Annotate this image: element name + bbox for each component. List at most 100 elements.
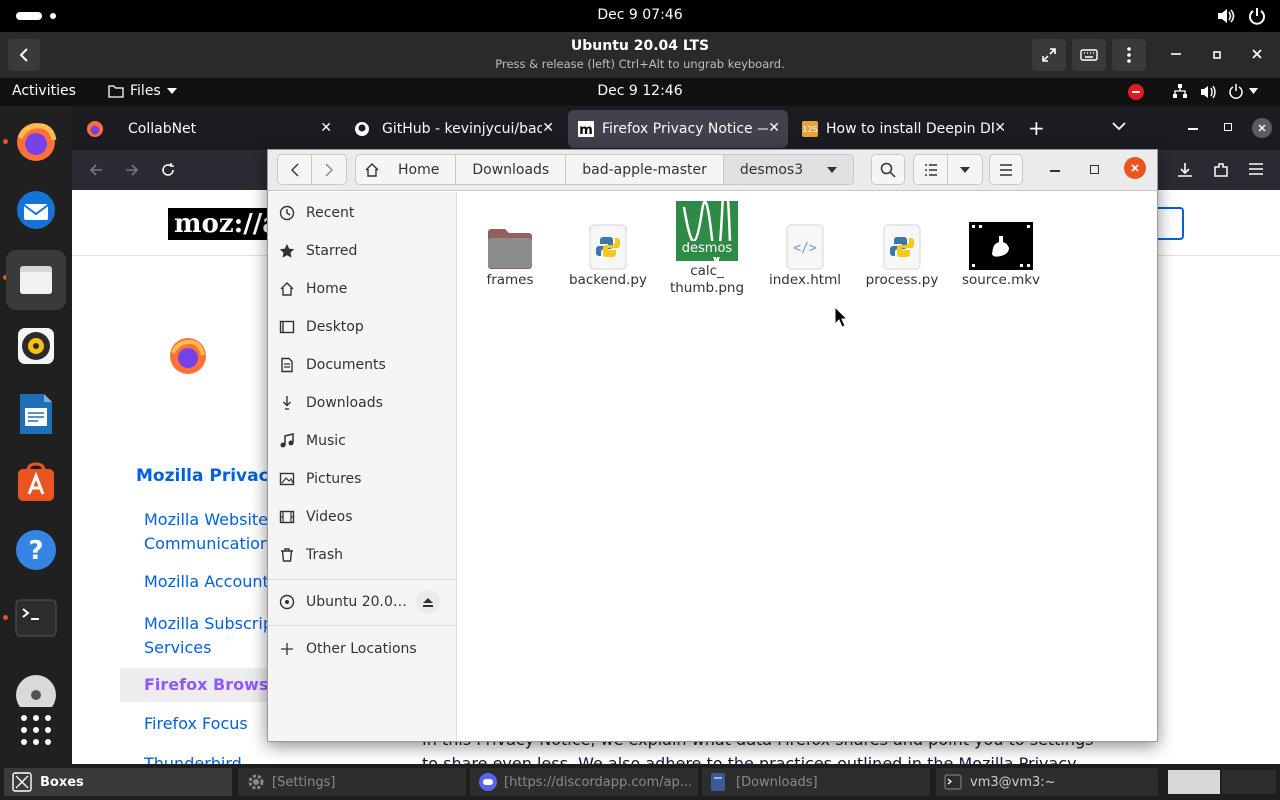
search-button[interactable] xyxy=(871,154,905,185)
system-menu[interactable] xyxy=(1228,83,1258,99)
file-name: index.html xyxy=(769,272,841,288)
extensions-icon[interactable] xyxy=(1212,161,1230,179)
file-item-backend-py[interactable]: backend.py xyxy=(561,214,655,288)
tab-deepin[interactable]: 12S How to install Deepin DD ✕ xyxy=(792,110,1014,148)
sound-icon[interactable] xyxy=(1200,84,1218,100)
files-launcher[interactable] xyxy=(6,250,66,310)
volume-icon[interactable] xyxy=(1216,7,1236,25)
software-launcher[interactable] xyxy=(10,456,62,508)
task-label: [https://discordapp.com/ap... xyxy=(504,774,693,790)
file-item-source-mkv[interactable]: source.mkv xyxy=(954,214,1048,288)
boxes-icon xyxy=(12,772,32,792)
sidebar-item-home[interactable]: Home xyxy=(268,270,456,308)
workspace-2[interactable] xyxy=(1222,770,1276,794)
do-not-disturb-icon[interactable] xyxy=(1128,84,1144,100)
file-item-process-py[interactable]: process.py xyxy=(855,214,949,288)
file-item-frames[interactable]: frames xyxy=(463,214,557,288)
file-item-calc-thumb-png[interactable]: desmos calc_ thumb.png xyxy=(660,199,754,297)
task-label: [Settings] xyxy=(272,774,336,790)
breadcrumb-desmos3[interactable]: desmos3 xyxy=(723,155,854,184)
show-apps-icon[interactable] xyxy=(20,714,52,746)
close-tab-icon[interactable]: ✕ xyxy=(542,120,554,136)
power-icon[interactable] xyxy=(1247,6,1267,26)
task-downloads[interactable]: [Downloads] xyxy=(702,768,930,796)
task-discord[interactable]: [https://discordapp.com/ap... xyxy=(470,768,698,796)
python-file-icon xyxy=(855,214,949,270)
breadcrumb-downloads[interactable]: Downloads xyxy=(456,155,567,184)
sidebar-item-documents[interactable]: Documents xyxy=(268,346,456,384)
reload-icon[interactable] xyxy=(160,162,176,178)
hamburger-menu-icon[interactable] xyxy=(1248,162,1264,176)
list-view-button[interactable] xyxy=(914,155,948,184)
terminal-launcher[interactable] xyxy=(10,592,62,644)
eject-button[interactable] xyxy=(416,590,440,614)
body-text-line: to share even less. We also adhere to th… xyxy=(422,754,1077,764)
back-icon[interactable] xyxy=(88,162,104,178)
downloads-icon[interactable] xyxy=(1176,161,1194,179)
menu-button[interactable] xyxy=(1112,39,1146,71)
back-button[interactable] xyxy=(278,155,312,184)
main-menu-button[interactable] xyxy=(989,154,1023,185)
restore-icon[interactable] xyxy=(1224,123,1232,131)
close-tab-icon[interactable]: ✕ xyxy=(994,120,1006,136)
file-item-index-html[interactable]: </> index.html xyxy=(758,214,852,288)
maximize-icon[interactable] xyxy=(1212,50,1222,60)
tab-github[interactable]: GitHub - kevinjycui/bad-a ✕ xyxy=(344,110,562,148)
breadcrumb-home[interactable]: Home xyxy=(356,155,457,184)
rhythmbox-launcher[interactable] xyxy=(10,320,62,372)
sidebar-item-starred[interactable]: Starred xyxy=(268,232,456,270)
sidebar-link-websites[interactable]: Mozilla Websites Communications xyxy=(144,508,278,556)
forward-button[interactable] xyxy=(312,155,346,184)
software-icon xyxy=(18,462,54,501)
close-icon[interactable] xyxy=(1251,48,1263,60)
sidebar-divider xyxy=(268,579,456,580)
workspace-1[interactable] xyxy=(1168,770,1220,794)
sidebar-item-other-locations[interactable]: Other Locations xyxy=(268,630,456,668)
svg-text:12S: 12S xyxy=(802,125,817,134)
firefox-launcher[interactable] xyxy=(10,116,62,168)
sidebar-link-firefox-browser[interactable]: Firefox Browser xyxy=(144,675,287,694)
sidebar-item-pictures[interactable]: Pictures xyxy=(268,460,456,498)
sidebar-link-thunderbird[interactable]: Thunderbird xyxy=(144,754,242,764)
sidebar-link-subscription[interactable]: Mozilla Subscrip Services xyxy=(144,612,273,660)
sidebar-item-videos[interactable]: Videos xyxy=(268,498,456,536)
libreoffice-writer-launcher[interactable] xyxy=(10,388,62,440)
maximize-icon[interactable] xyxy=(1090,165,1099,174)
breadcrumb-bad-apple-master[interactable]: bad-apple-master xyxy=(566,155,724,184)
fullscreen-button[interactable] xyxy=(1032,39,1066,71)
close-icon[interactable] xyxy=(1252,118,1272,138)
minimize-icon[interactable] xyxy=(1170,52,1182,56)
minimize-icon[interactable] xyxy=(1050,170,1060,172)
home-icon xyxy=(365,162,379,177)
thunderbird-launcher[interactable] xyxy=(10,184,62,236)
sidebar-link-accounts[interactable]: Mozilla Accounts xyxy=(144,572,277,591)
view-options-button[interactable] xyxy=(948,155,982,184)
keyboard-button[interactable] xyxy=(1072,39,1106,71)
sidebar-item-trash[interactable]: Trash xyxy=(268,536,456,574)
sidebar-item-music[interactable]: Music xyxy=(268,422,456,460)
privacy-sidebar-heading[interactable]: Mozilla Privacy xyxy=(136,466,280,486)
sidebar-link-firefox-focus[interactable]: Firefox Focus xyxy=(144,714,248,733)
tab-firefox-privacy-notice[interactable]: m Firefox Privacy Notice — ✕ xyxy=(568,110,788,148)
chevron-down-icon xyxy=(1249,88,1258,94)
task-settings[interactable]: [Settings] xyxy=(238,768,466,796)
help-launcher[interactable]: ? xyxy=(10,524,62,576)
list-all-tabs-icon[interactable] xyxy=(1112,122,1126,131)
minimize-icon[interactable] xyxy=(1188,128,1198,130)
sidebar-item-downloads[interactable]: Downloads xyxy=(268,384,456,422)
gnome-clock[interactable]: Dec 9 12:46 xyxy=(0,83,1280,99)
network-icon[interactable] xyxy=(1172,83,1188,99)
thunderbird-icon xyxy=(17,191,55,229)
sidebar-item-recent[interactable]: Recent xyxy=(268,194,456,232)
close-tab-icon[interactable]: ✕ xyxy=(320,120,332,136)
file-name: process.py xyxy=(865,272,939,288)
tab-collabnet[interactable]: CollabNet ✕ xyxy=(76,110,340,148)
disc-launcher[interactable] xyxy=(10,660,62,712)
sidebar-item-desktop[interactable]: Desktop xyxy=(268,308,456,346)
task-terminal[interactable]: vm3@vm3:~ xyxy=(936,768,1158,796)
new-tab-button[interactable]: + xyxy=(1028,116,1045,140)
forward-icon[interactable] xyxy=(124,162,140,178)
close-icon[interactable] xyxy=(1124,157,1146,179)
close-tab-icon[interactable]: ✕ xyxy=(768,120,780,136)
task-boxes[interactable]: Boxes xyxy=(4,768,232,796)
